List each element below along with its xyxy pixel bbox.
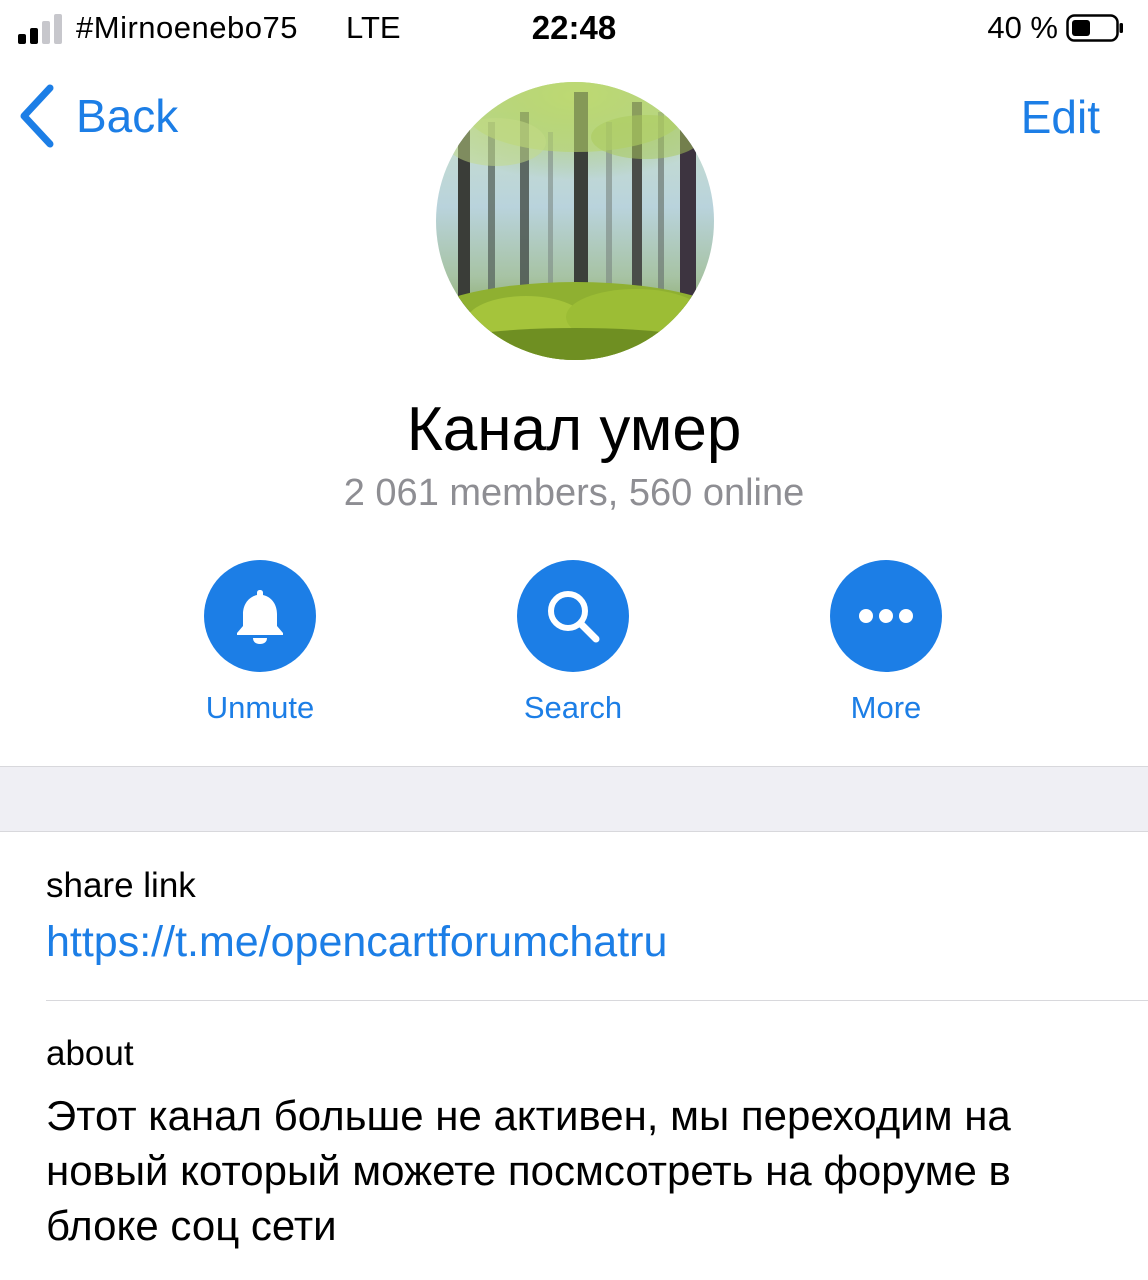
- about-label: about: [46, 1034, 134, 1073]
- share-link-label: share link: [46, 866, 196, 905]
- share-link-url[interactable]: https://t.me/opencartforumchatru: [46, 918, 667, 967]
- status-time: 22:48: [531, 9, 617, 46]
- search-circle: [517, 560, 629, 672]
- chevron-left-icon: [20, 84, 54, 148]
- channel-title: Канал умер: [406, 395, 742, 464]
- battery-percent: 40 %: [987, 10, 1058, 45]
- search-label: Search: [523, 690, 623, 725]
- info-divider: [46, 1000, 1148, 1001]
- status-bar: #Mirnoenebo75 LTE 22:48 40 %: [0, 0, 1148, 58]
- search-button[interactable]: Search: [463, 560, 683, 726]
- member-count: 2 061 members, 560 online: [343, 472, 805, 514]
- bell-icon: [237, 590, 283, 644]
- battery-icon: [1066, 14, 1123, 42]
- more-label: More: [850, 690, 922, 725]
- forest-image: [436, 82, 714, 360]
- about-text: Этот канал больше не активен, мы переход…: [46, 1092, 1011, 1249]
- action-bar: Unmute Search More: [0, 560, 1148, 730]
- more-circle: [830, 560, 942, 672]
- edit-button[interactable]: Edit: [1021, 90, 1100, 144]
- back-button[interactable]: Back: [18, 84, 178, 148]
- unmute-label: Unmute: [205, 690, 315, 725]
- section-separator: [0, 766, 1148, 832]
- back-label: Back: [76, 90, 179, 142]
- unmute-circle: [204, 560, 316, 672]
- more-button[interactable]: More: [776, 560, 996, 726]
- channel-avatar[interactable]: [436, 82, 714, 360]
- unmute-button[interactable]: Unmute: [150, 560, 370, 726]
- more-icon: [859, 609, 913, 623]
- search-icon: [548, 591, 600, 643]
